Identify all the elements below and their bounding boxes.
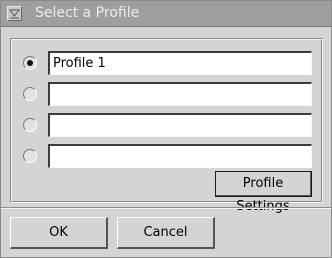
profile-radio-3[interactable] xyxy=(23,118,37,132)
profile-settings-button[interactable]: Profile Settings xyxy=(215,171,312,214)
window-menu-icon[interactable] xyxy=(7,6,22,21)
profile-name-field-1[interactable] xyxy=(48,51,312,75)
profile-radio-4[interactable] xyxy=(23,149,37,163)
profile-row xyxy=(12,82,321,106)
separator xyxy=(1,207,331,209)
profile-radio-2[interactable] xyxy=(23,87,37,101)
profile-list-group: Profile Settings xyxy=(10,38,323,214)
ok-button[interactable]: OK xyxy=(10,217,108,249)
profile-row xyxy=(12,51,321,75)
profile-name-field-4[interactable] xyxy=(48,144,312,168)
title-bar[interactable]: Select a Profile xyxy=(1,1,331,27)
profile-name-field-2[interactable] xyxy=(48,82,312,106)
select-profile-dialog: Select a Profile Profile Settings OK xyxy=(0,0,332,258)
window-title: Select a Profile xyxy=(35,5,140,21)
profile-name-field-3[interactable] xyxy=(48,113,312,137)
profile-row xyxy=(12,113,321,137)
profile-radio-1[interactable] xyxy=(23,56,37,70)
profile-row xyxy=(12,144,321,168)
cancel-button[interactable]: Cancel xyxy=(117,217,215,249)
